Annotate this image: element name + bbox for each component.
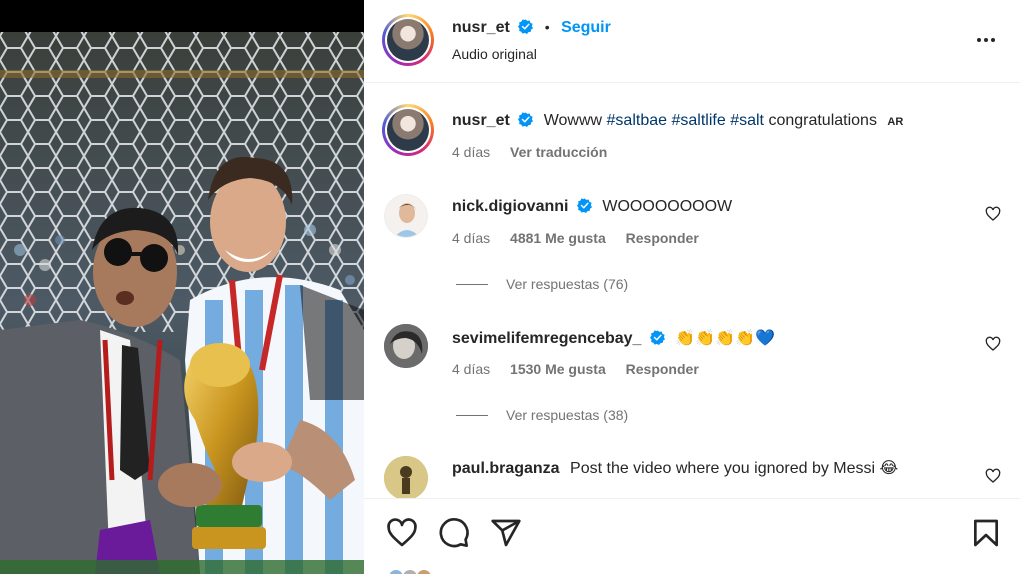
- heart-icon[interactable]: [985, 336, 1001, 352]
- replies-line: [456, 414, 488, 416]
- verified-badge-icon: [518, 112, 534, 127]
- verified-badge-icon: [649, 330, 665, 345]
- post-media[interactable]: [0, 0, 364, 574]
- liked-by-avatars[interactable]: [388, 567, 448, 574]
- heart-icon[interactable]: [985, 468, 1001, 484]
- caption-meta: 4 días Ver traducción: [452, 144, 623, 160]
- comment-age[interactable]: 4 días: [452, 361, 490, 377]
- caption-username[interactable]: nusr_et: [452, 112, 510, 129]
- hashtag-link[interactable]: #salt: [730, 112, 764, 129]
- post-panel: nusr_et • Seguir Audio original nusr_et: [364, 0, 1020, 574]
- comment-text: Post the video where you ignored by Mess…: [570, 460, 899, 477]
- post-dialog: nusr_et • Seguir Audio original nusr_et: [0, 0, 1020, 574]
- commenter-username[interactable]: sevimelifemregencebay_: [452, 330, 641, 347]
- commenter-avatar[interactable]: [384, 324, 428, 368]
- commenter-username[interactable]: paul.braganza: [452, 460, 560, 477]
- author-avatar[interactable]: [382, 14, 434, 66]
- view-replies-label: Ver respuestas (38): [506, 407, 629, 423]
- view-replies-button[interactable]: Ver respuestas (76): [456, 276, 628, 292]
- caption-avatar[interactable]: [382, 104, 434, 156]
- translate-button[interactable]: Ver traducción: [510, 144, 607, 160]
- comment-meta: 4 días 4881 Me gusta Responder: [452, 230, 715, 246]
- replies-line: [456, 283, 488, 285]
- heart-icon[interactable]: [386, 517, 418, 549]
- flag-label: AR: [887, 116, 904, 128]
- post-photo: [0, 0, 364, 574]
- commenter-avatar[interactable]: [384, 456, 428, 498]
- heart-icon[interactable]: [985, 206, 1001, 222]
- view-replies-label: Ver respuestas (76): [506, 276, 629, 292]
- comment-text: WOOOOOOOOW: [602, 198, 733, 215]
- bookmark-icon[interactable]: [970, 517, 1002, 549]
- comment-age[interactable]: 4 días: [452, 230, 490, 246]
- caption-text: Wowww: [543, 112, 603, 129]
- comment-meta: 4 días 1530 Me gusta Responder: [452, 361, 715, 377]
- commenter-avatar[interactable]: [384, 194, 428, 238]
- header-divider: [364, 82, 1020, 83]
- view-replies-button[interactable]: Ver respuestas (38): [456, 407, 628, 423]
- verified-badge-icon: [576, 198, 592, 213]
- comment-likes[interactable]: 1530 Me gusta: [510, 361, 606, 377]
- more-options-icon[interactable]: [974, 30, 998, 50]
- caption-age[interactable]: 4 días: [452, 144, 490, 160]
- hashtag-link[interactable]: #saltlife: [671, 112, 725, 129]
- comment-item: sevimelifemregencebay_ 👏👏👏👏💙 4 días 1530…: [364, 320, 1020, 430]
- caption: nusr_et Wowww #saltbae #saltlife #salt c…: [364, 98, 1020, 178]
- reply-button[interactable]: Responder: [626, 361, 699, 377]
- comment-likes[interactable]: 4881 Me gusta: [510, 230, 606, 246]
- comment-icon[interactable]: [438, 517, 470, 549]
- verified-badge-icon: [518, 19, 534, 34]
- commenter-username[interactable]: nick.digiovanni: [452, 198, 568, 215]
- comment-item: paul.braganza Post the video where you i…: [364, 450, 1020, 498]
- action-bar: [364, 498, 1020, 574]
- comment-text: 👏👏👏👏💙: [675, 330, 775, 347]
- hashtag-link[interactable]: #saltbae: [607, 112, 668, 129]
- author-username[interactable]: nusr_et: [452, 19, 510, 36]
- post-header: nusr_et • Seguir Audio original: [364, 0, 1020, 82]
- comment-item: nick.digiovanni WOOOOOOOOW 4 días 4881 M…: [364, 188, 1020, 298]
- audio-label[interactable]: Audio original: [452, 46, 537, 62]
- separator-dot: •: [544, 19, 550, 35]
- reply-button[interactable]: Responder: [626, 230, 699, 246]
- caption-text-suffix: congratulations: [768, 112, 877, 129]
- share-icon[interactable]: [490, 517, 522, 549]
- follow-button[interactable]: Seguir: [561, 19, 611, 36]
